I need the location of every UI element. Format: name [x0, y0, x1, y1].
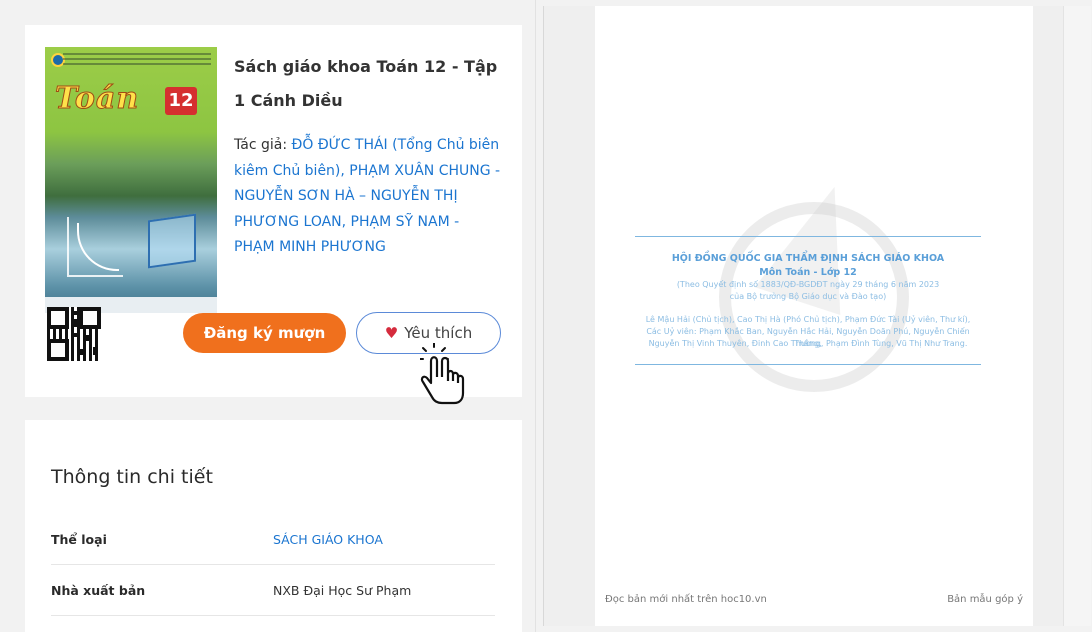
page-members-3: Nguyễn Thị Vinh Thuyên, Đinh Cao Thương,… [648, 339, 968, 348]
detail-heading: Thông tin chi tiết [51, 466, 213, 488]
author-names-link[interactable]: ĐỖ ĐỨC THÁI (Tổng Chủ biên kiêm Chủ biên… [234, 137, 500, 255]
detail-row-publisher: Nhà xuất bản NXB Đại Học Sư Phạm [51, 566, 495, 616]
bottom-rule [635, 364, 981, 365]
borrow-button[interactable]: Đăng ký mượn [183, 313, 346, 353]
author-label: Tác giả: [234, 137, 288, 153]
page-footer-left: Đọc bản mới nhất trên hoc10.vn [605, 594, 767, 605]
book-cover-image[interactable]: Toán 12 [45, 47, 217, 313]
detail-key: Nhà xuất bản [51, 583, 146, 598]
detail-card: Thông tin chi tiết Thể loại SÁCH GIÁO KH… [25, 420, 522, 632]
book-authors: Tác giả: ĐỖ ĐỨC THÁI (Tổng Chủ biên kiêm… [234, 133, 502, 261]
detail-key: Thể loại [51, 532, 107, 547]
page-heading: HỘI ĐỒNG QUỐC GIA THẨM ĐỊNH SÁCH GIÁO KH… [671, 253, 945, 264]
detail-row-genre: Thể loại SÁCH GIÁO KHOA [51, 515, 495, 565]
book-page: HỘI ĐỒNG QUỐC GIA THẨM ĐỊNH SÁCH GIÁO KH… [595, 6, 1033, 626]
cover-header-lines [63, 53, 211, 73]
qr-code-icon [47, 307, 101, 361]
genre-link[interactable]: SÁCH GIÁO KHOA [273, 515, 383, 565]
cover-number: 12 [165, 87, 197, 115]
book-title: Sách giáo khoa Toán 12 - Tập 1 Cánh Diều [234, 57, 498, 110]
page-decision: (Theo Quyết định số 1883/QĐ-BGDĐT ngày 2… [676, 280, 940, 289]
page-decision-2: của Bộ trưởng Bộ Giáo dục và Đào tạo) [729, 292, 887, 301]
viewer-scrollbar[interactable] [1063, 6, 1091, 626]
like-button-label: Yêu thích [404, 323, 473, 342]
page-members-1: Lê Mậu Hải (Chủ tịch), Cao Thị Hà (Phó C… [645, 315, 971, 324]
top-rule [635, 236, 981, 237]
publisher-value: NXB Đại Học Sư Phạm [273, 583, 412, 598]
page-footer-right: Bản mẫu góp ý [947, 594, 1023, 605]
cover-graph-illustration [67, 217, 123, 277]
heart-icon: ♥ [384, 323, 399, 342]
cover-cube-illustration [148, 213, 196, 269]
cover-title: Toán [54, 81, 140, 117]
page-subject: Môn Toán - Lớp 12 [759, 267, 857, 278]
book-card: Toán 12 Sách giáo khoa Toán 12 - Tập 1 C… [25, 25, 522, 405]
left-column: Toán 12 Sách giáo khoa Toán 12 - Tập 1 C… [0, 0, 536, 632]
hand-pointer-icon [420, 343, 465, 405]
book-page-viewer[interactable]: HỘI ĐỒNG QUỐC GIA THẨM ĐỊNH SÁCH GIÁO KH… [543, 6, 1091, 626]
